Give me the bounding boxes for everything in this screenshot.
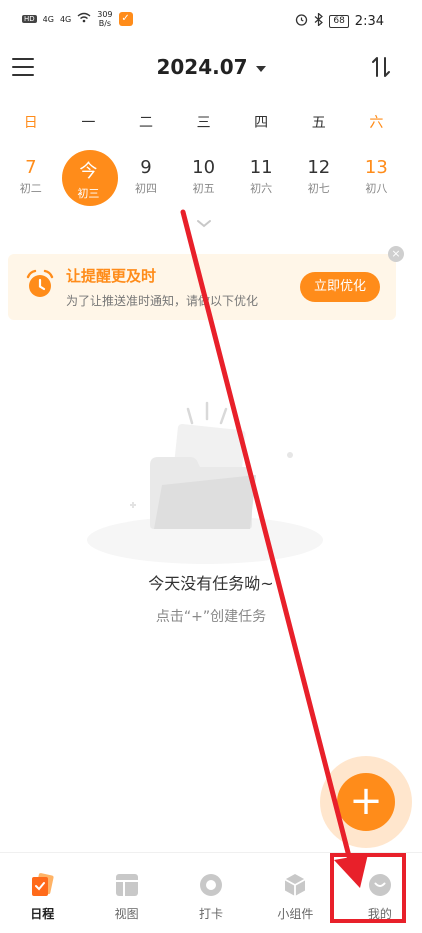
widget-cube-icon <box>283 873 307 897</box>
day-cell[interactable]: 9 初四 <box>117 150 175 208</box>
speed-value: 309 <box>97 10 113 19</box>
weekday-fri: 五 <box>311 115 326 131</box>
weekday-mon: 一 <box>81 115 96 131</box>
lunar-date: 初六 <box>250 182 273 195</box>
lunar-date: 初五 <box>192 182 215 195</box>
battery-level: 68 <box>329 15 349 28</box>
lunar-date: 初七 <box>307 182 330 195</box>
signal-icon: 4G <box>42 14 54 24</box>
nav-label: 小组件 <box>277 907 314 921</box>
day-number: 13 <box>364 157 388 178</box>
network-speed: 309 B/s <box>97 10 112 28</box>
month-label: 2024.07 <box>156 55 248 79</box>
signal-icon-2: 4G <box>59 14 72 24</box>
nav-item-widgets[interactable]: 小组件 <box>253 853 337 933</box>
month-selector[interactable]: 2024.07 <box>0 55 422 79</box>
nav-item-view[interactable]: 视图 <box>84 853 168 933</box>
bluetooth-icon <box>314 12 324 30</box>
day-number: 7 <box>25 157 37 178</box>
banner-description: 为了让推送准时通知，请做以下优化 <box>66 294 259 308</box>
alarm-icon <box>295 13 308 30</box>
nav-label: 视图 <box>114 907 139 921</box>
status-left: HD 4G 4G 309 B/s ✓ <box>22 10 133 28</box>
clock-time: 2:34 <box>354 14 384 29</box>
hd-badge: HD <box>22 15 37 23</box>
day-cell[interactable]: 12 初七 <box>290 150 348 208</box>
nav-item-checkin[interactable]: 打卡 <box>169 853 253 933</box>
lunar-date: 初八 <box>365 182 388 195</box>
day-cell[interactable]: 10 初五 <box>175 150 233 208</box>
weekday-sun: 日 <box>23 115 38 131</box>
checkin-ring-icon <box>199 873 223 897</box>
empty-state-title: 今天没有任务呦~ <box>148 574 274 593</box>
optimize-now-button[interactable]: 立即优化 <box>300 272 380 302</box>
add-task-button[interactable]: + <box>337 773 395 831</box>
day-cell[interactable]: 7 初二 <box>2 150 60 208</box>
day-cell[interactable]: 13 初八 <box>348 150 406 208</box>
alarm-clock-icon <box>24 268 56 300</box>
empty-folder-illustration <box>80 395 330 565</box>
nav-label: 打卡 <box>199 907 224 921</box>
day-number: 12 <box>307 157 331 178</box>
close-banner-icon[interactable]: × <box>388 246 404 262</box>
weekday-row: 日 一 二 三 四 五 六 <box>0 112 422 132</box>
lunar-date: 初二 <box>19 182 42 195</box>
day-cell[interactable]: 11 初六 <box>232 150 290 208</box>
weekday-tue: 二 <box>138 115 153 131</box>
expand-calendar-chevron-icon[interactable] <box>196 216 212 232</box>
week-days: 7 初二 今 初三 9 初四 10 初五 11 初六 12 初七 13 初八 <box>0 150 422 208</box>
empty-state-subtitle: 点击“+”创建任务 <box>155 609 267 625</box>
nav-label: 日程 <box>30 907 55 921</box>
lunar-date: 初四 <box>134 182 157 195</box>
speed-unit: B/s <box>98 19 112 28</box>
calendar-cards-icon <box>30 873 54 897</box>
status-bar: HD 4G 4G 309 B/s ✓ 68 2:34 <box>0 0 422 40</box>
day-number: 11 <box>249 157 273 178</box>
header: 2024.07 <box>0 46 422 92</box>
nav-item-schedule[interactable]: 日程 <box>0 853 84 933</box>
lunar-date: 初三 <box>77 187 100 200</box>
sort-icon[interactable] <box>370 56 392 84</box>
day-number: 今 <box>79 161 98 182</box>
view-grid-icon <box>115 873 139 897</box>
day-number: 10 <box>192 157 216 178</box>
caret-down-icon <box>255 65 266 72</box>
weekday-thu: 四 <box>254 115 269 131</box>
weekday-sat: 六 <box>369 115 384 131</box>
app-notification-icon: ✓ <box>118 12 133 26</box>
day-cell-today[interactable]: 今 初三 <box>60 150 118 208</box>
weekday-wed: 三 <box>196 115 211 131</box>
status-right: 68 2:34 <box>295 12 384 30</box>
annotation-highlight-box <box>330 853 406 923</box>
banner-title: 让提醒更及时 <box>66 267 157 285</box>
day-number: 9 <box>140 157 152 178</box>
wifi-icon <box>77 12 91 26</box>
reminder-banner: 让提醒更及时 为了让推送准时通知，请做以下优化 立即优化 <box>8 254 396 320</box>
